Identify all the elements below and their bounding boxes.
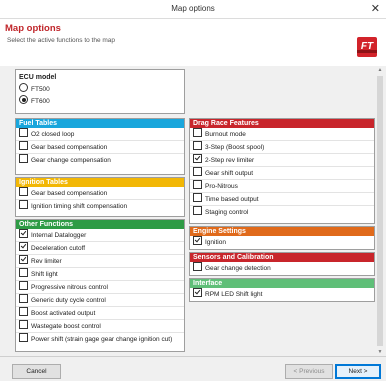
close-icon[interactable]: ✕	[371, 2, 380, 15]
checkbox-icon[interactable]	[193, 262, 202, 271]
page-subtitle: Select the active functions to the map	[7, 37, 116, 44]
drag-burnout-mode[interactable]: Burnout mode	[190, 128, 374, 140]
interface-group: Interface RPM LED Shift light	[189, 278, 375, 302]
checkbox-checked-icon[interactable]	[19, 229, 28, 238]
engine-settings-header: Engine Settings	[190, 227, 374, 236]
checkbox-icon[interactable]	[19, 141, 28, 150]
options-panel: ECU model FT500 FT600 Fuel Tables O2 clo…	[0, 66, 386, 356]
engine-ignition[interactable]: Ignition	[190, 236, 374, 248]
drag-3-step[interactable]: 3-Step (Boost spool)	[190, 140, 374, 153]
checkbox-icon[interactable]	[19, 281, 28, 290]
checkbox-icon[interactable]	[19, 187, 28, 196]
checkbox-icon[interactable]	[193, 193, 202, 202]
engine-settings-group: Engine Settings Ignition	[189, 226, 375, 250]
ecu-model-group: ECU model FT500 FT600	[15, 69, 185, 114]
checkbox-icon[interactable]	[19, 128, 28, 137]
drag-race-header: Drag Race Features	[190, 119, 374, 128]
fuel-o2-closed-loop[interactable]: O2 closed loop	[16, 128, 184, 140]
fuel-tables-header: Fuel Tables	[16, 119, 184, 128]
sensors-gear-change-detection[interactable]: Gear change detection	[190, 262, 374, 274]
checkbox-icon[interactable]	[193, 206, 202, 215]
checkbox-icon[interactable]	[19, 294, 28, 303]
ignition-tables-group: Ignition Tables Gear based compensation …	[15, 177, 185, 217]
other-deceleration-cutoff[interactable]: Deceleration cutoff	[16, 241, 184, 254]
cancel-button[interactable]: Cancel	[12, 364, 61, 379]
wizard-footer: Cancel < Previous Next >	[0, 357, 386, 381]
sensors-calibration-group: Sensors and Calibration Gear change dete…	[189, 252, 375, 276]
drag-pro-nitrous[interactable]: Pro-Nitrous	[190, 179, 374, 192]
interface-header: Interface	[190, 279, 374, 288]
other-internal-datalogger[interactable]: Internal Datalogger	[16, 229, 184, 241]
ecu-option-ft600[interactable]: FT600	[16, 95, 184, 107]
ecu-option-ft500[interactable]: FT500	[16, 83, 184, 95]
checkbox-icon[interactable]	[19, 200, 28, 209]
checkbox-checked-icon[interactable]	[19, 242, 28, 251]
drag-gear-shift-output[interactable]: Gear shift output	[190, 166, 374, 179]
wizard-header: Map options Select the active functions …	[0, 19, 386, 64]
checkbox-checked-icon[interactable]	[193, 236, 202, 245]
interface-rpm-led-shift-light[interactable]: RPM LED Shift light	[190, 288, 374, 300]
checkbox-icon[interactable]	[19, 268, 28, 277]
sensors-calibration-header: Sensors and Calibration	[190, 253, 374, 262]
fuel-gear-based-compensation[interactable]: Gear based compensation	[16, 140, 184, 153]
other-power-shift[interactable]: Power shift (strain gage gear change ign…	[16, 332, 184, 345]
checkbox-icon[interactable]	[193, 128, 202, 137]
fuel-gear-change-compensation[interactable]: Gear change compensation	[16, 153, 184, 166]
drag-2-step-rev-limiter[interactable]: 2-Step rev limiter	[190, 153, 374, 166]
checkbox-checked-icon[interactable]	[193, 154, 202, 163]
checkbox-icon[interactable]	[19, 320, 28, 329]
checkbox-icon[interactable]	[19, 154, 28, 163]
fueltech-logo-icon: FT	[357, 37, 377, 57]
other-shift-light[interactable]: Shift light	[16, 267, 184, 280]
title-bar: Map options ✕	[0, 0, 386, 19]
other-boost-activated-output[interactable]: Boost activated output	[16, 306, 184, 319]
scroll-up-icon[interactable]: ▲	[377, 66, 383, 74]
checkbox-icon[interactable]	[19, 307, 28, 316]
previous-button[interactable]: < Previous	[285, 364, 333, 379]
next-button[interactable]: Next >	[335, 364, 381, 379]
drag-race-group: Drag Race Features Burnout mode 3-Step (…	[189, 118, 375, 224]
checkbox-icon[interactable]	[19, 333, 28, 342]
radio-selected-icon[interactable]	[19, 95, 28, 104]
drag-staging-control[interactable]: Staging control	[190, 205, 374, 218]
page-title: Map options	[5, 23, 61, 34]
other-rev-limiter[interactable]: Rev limiter	[16, 254, 184, 267]
other-wastegate-boost-control[interactable]: Wastegate boost control	[16, 319, 184, 332]
ecu-model-title: ECU model	[19, 74, 57, 81]
radio-icon[interactable]	[19, 83, 28, 92]
drag-time-based-output[interactable]: Time based output	[190, 192, 374, 205]
ignition-tables-header: Ignition Tables	[16, 178, 184, 187]
other-generic-duty-cycle[interactable]: Generic duty cycle control	[16, 293, 184, 306]
vertical-scrollbar[interactable]: ▲ ▼	[376, 66, 384, 356]
ignition-gear-based-compensation[interactable]: Gear based compensation	[16, 187, 184, 199]
other-functions-header: Other Functions	[16, 220, 184, 229]
ignition-timing-shift-compensation[interactable]: Ignition timing shift compensation	[16, 199, 184, 212]
checkbox-checked-icon[interactable]	[193, 288, 202, 297]
other-functions-group: Other Functions Internal Datalogger Dece…	[15, 219, 185, 352]
logo-text: FT	[361, 41, 374, 52]
fuel-tables-group: Fuel Tables O2 closed loop Gear based co…	[15, 118, 185, 175]
checkbox-icon[interactable]	[193, 167, 202, 176]
window-title: Map options	[171, 4, 215, 13]
checkbox-icon[interactable]	[193, 141, 202, 150]
checkbox-icon[interactable]	[193, 180, 202, 189]
scroll-down-icon[interactable]: ▼	[377, 348, 383, 356]
other-progressive-nitrous[interactable]: Progressive nitrous control	[16, 280, 184, 293]
scrollbar-thumb[interactable]	[377, 76, 383, 346]
checkbox-checked-icon[interactable]	[19, 255, 28, 264]
